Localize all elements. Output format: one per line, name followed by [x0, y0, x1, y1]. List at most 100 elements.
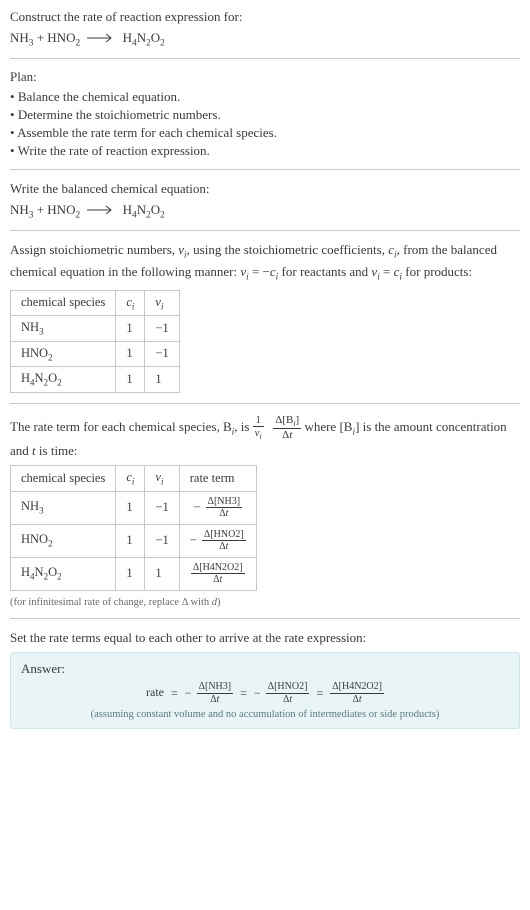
den: Δt: [197, 694, 234, 706]
sub: 2: [75, 210, 80, 220]
den: Δt: [202, 541, 246, 553]
cell-nui: −1: [145, 316, 179, 342]
text: = −: [249, 264, 270, 279]
cell-ci: 1: [116, 557, 145, 590]
table-row: H4N2O2 1 1 Δ[H4N2O2] Δt: [11, 557, 257, 590]
sub: i: [161, 301, 164, 311]
rate-term-intro: The rate term for each chemical species,…: [10, 414, 520, 459]
rate-frac: Δ[NH3] Δt: [206, 496, 243, 520]
frac-1-over-nu: 1 νi: [253, 414, 264, 442]
rate-word: rate: [146, 685, 164, 699]
plan-item: Balance the chemical equation.: [10, 89, 520, 105]
num: Δ[NH3]: [197, 681, 234, 694]
plan-item: Assemble the rate term for each chemical…: [10, 125, 520, 141]
sub: 2: [75, 38, 80, 48]
text: Assign stoichiometric numbers,: [10, 242, 178, 257]
d: Δ[B: [275, 414, 293, 426]
table-header-row: chemical species ci νi rate term: [11, 466, 257, 492]
text: for products:: [402, 264, 472, 279]
text: is time:: [36, 443, 78, 458]
cell-ci: 1: [116, 367, 145, 393]
text: , is: [234, 419, 252, 434]
answer-label: Answer:: [21, 661, 509, 677]
den: Δt: [273, 429, 301, 442]
sub: i: [132, 477, 135, 487]
cell-rate: − Δ[HNO2] Δt: [179, 524, 256, 557]
sp: HNO: [21, 532, 48, 546]
neg: −: [190, 533, 197, 548]
table-row: HNO2 1 −1: [11, 341, 180, 367]
dt: Δt: [282, 429, 292, 441]
neg: −: [254, 686, 261, 701]
reaction-arrow-icon: [87, 31, 115, 47]
cell-ci: 1: [116, 341, 145, 367]
prompt-text: Construct the rate of reaction expressio…: [10, 8, 520, 26]
note-text: (for infinitesimal rate of change, repla…: [10, 597, 221, 608]
sub: 2: [160, 38, 165, 48]
eq: =: [171, 686, 178, 701]
cell-ci: 1: [116, 316, 145, 342]
sub: 3: [39, 506, 44, 516]
cell-ci: 1: [116, 491, 145, 524]
label: chemical species: [21, 295, 105, 309]
num: Δ[HNO2]: [202, 529, 246, 542]
frac-dB-dt: Δ[Bi] Δt: [273, 414, 301, 442]
den: Δt: [266, 694, 310, 706]
text: =: [380, 264, 394, 279]
divider: [10, 403, 520, 404]
reaction-arrow-icon: [87, 203, 115, 219]
text: for reactants and: [278, 264, 371, 279]
cell-nui: −1: [145, 491, 179, 524]
sub: 2: [57, 378, 62, 388]
sub: i: [132, 301, 135, 311]
den: Δt: [191, 574, 245, 586]
eq: =: [240, 686, 247, 701]
sp: O: [48, 565, 57, 579]
cell-rate: Δ[H4N2O2] Δt: [179, 557, 256, 590]
num: Δ[Bi]: [273, 414, 301, 429]
sp: HNO: [47, 202, 75, 217]
sp: H: [21, 371, 30, 385]
neg: −: [193, 500, 200, 515]
balanced-section: Write the balanced chemical equation: NH…: [10, 180, 520, 220]
sp: N: [35, 565, 44, 579]
table-row: H4N2O2 1 1: [11, 367, 180, 393]
cell-species: H4N2O2: [11, 367, 116, 393]
col-species: chemical species: [11, 466, 116, 492]
cell-rate: − Δ[NH3] Δt: [179, 491, 256, 524]
num: Δ[H4N2O2]: [191, 562, 245, 575]
prompt-section: Construct the rate of reaction expressio…: [10, 8, 520, 48]
text: The rate term for each chemical species,…: [10, 419, 232, 434]
plan-section: Plan: Balance the chemical equation. Det…: [10, 69, 520, 159]
product-1: H4N2O2: [123, 30, 165, 45]
sp: NH: [10, 202, 29, 217]
num: Δ[HNO2]: [266, 681, 310, 694]
reactant-2: HNO2: [47, 30, 80, 45]
cell-species: NH3: [11, 316, 116, 342]
sub: 3: [39, 327, 44, 337]
reactant-2: HNO2: [47, 202, 80, 217]
sp: HNO: [21, 346, 48, 360]
sub: 2: [57, 572, 62, 582]
product-1: H4N2O2: [123, 202, 165, 217]
table-row: NH3 1 −1: [11, 316, 180, 342]
text: , using the stoichiometric coefficients,: [187, 242, 389, 257]
sp: H: [123, 30, 132, 45]
text: where [B: [304, 419, 352, 434]
den: Δt: [330, 694, 384, 706]
answer-box: Answer: rate = − Δ[NH3] Δt = − Δ[HNO2] Δ…: [10, 652, 520, 729]
den: νi: [253, 427, 264, 441]
term-1: Δ[NH3] Δt: [197, 681, 234, 705]
cell-nui: −1: [145, 341, 179, 367]
sub: i: [161, 477, 164, 487]
sp: O: [48, 371, 57, 385]
sp: N: [137, 30, 146, 45]
sub: i: [260, 433, 262, 442]
sp: N: [35, 371, 44, 385]
plan-item: Write the rate of reaction expression.: [10, 143, 520, 159]
cell-nui: −1: [145, 524, 179, 557]
table-row: HNO2 1 −1 − Δ[HNO2] Δt: [11, 524, 257, 557]
sub: 2: [160, 210, 165, 220]
col-ci: ci: [116, 466, 145, 492]
col-nui: νi: [145, 466, 179, 492]
